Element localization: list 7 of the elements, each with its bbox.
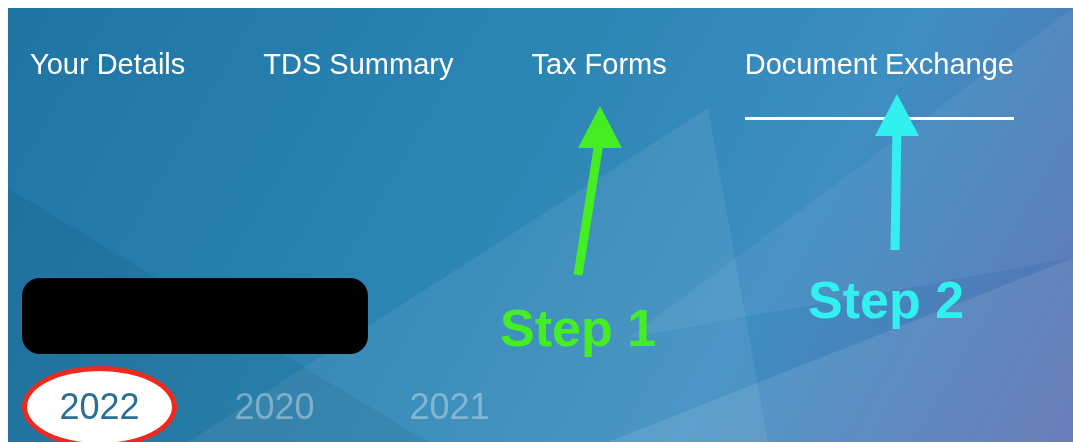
- nav-tab[interactable]: Tax Forms: [523, 48, 675, 120]
- nav-tab[interactable]: Your Details: [22, 48, 194, 120]
- annotation-label: Step 2: [808, 270, 965, 330]
- year-tab[interactable]: 2022: [22, 366, 177, 442]
- nav-tab[interactable]: Document Exchange: [712, 48, 1046, 120]
- nav-tab[interactable]: TDS Summary: [255, 48, 462, 120]
- annotation-label: Step 1: [500, 298, 657, 358]
